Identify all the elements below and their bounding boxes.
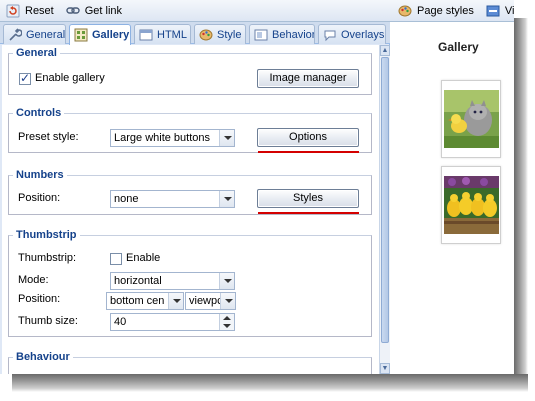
mode-select[interactable]: horizontal [110,272,235,290]
thumb-size-value: 40 [114,316,127,328]
view-button[interactable]: Vie [505,5,514,17]
thumbnail-image-ducklings [444,176,499,234]
preview-toolbar: Page styles Vie [390,0,514,22]
gallery-thumbnail[interactable] [441,80,501,158]
chevron-down-icon[interactable] [219,130,234,146]
thumbstrip-position-value: bottom cen [110,295,165,307]
thumbstrip-label: Thumbstrip: [18,252,77,264]
get-link-button[interactable]: Get link [66,4,122,18]
reset-button[interactable]: Reset [6,4,54,18]
gallery-icon [74,28,88,42]
page-styles-button[interactable]: Page styles [417,5,474,17]
palette-icon [199,28,213,42]
thumbstrip-enable-checkbox[interactable] [110,253,122,265]
numbers-position-value: none [114,193,139,205]
preset-style-label: Preset style: [18,131,79,143]
thumb-size-stepper[interactable]: 40 [110,313,235,331]
preset-style-select[interactable]: Large white buttons [110,129,235,147]
enable-gallery-checkbox[interactable] [19,71,31,85]
toolbar: Reset Get link [0,0,390,22]
mode-value: horizontal [114,275,162,287]
scroll-up-arrow-icon[interactable]: ▲ [380,45,390,56]
tab-strip: General Gallery HTML Style Behavior Over… [0,22,390,45]
styles-button[interactable]: Styles [257,189,359,208]
window-shadow-bottom [12,374,528,392]
chevron-down-icon[interactable] [220,293,235,309]
tab-gallery[interactable]: Gallery [69,24,131,45]
tab-gallery-label: Gallery [92,29,130,41]
image-manager-button[interactable]: Image manager [257,69,359,88]
gallery-title: Gallery [438,40,479,54]
preset-style-value: Large white buttons [114,132,211,144]
mode-label: Mode: [18,274,49,286]
page-styles-icon [398,4,412,18]
numbers-legend: Numbers [16,169,64,181]
behaviour-fieldset: Behaviour [8,351,372,374]
spinner-icon[interactable] [219,314,234,330]
tab-general[interactable]: General [3,24,66,44]
numbers-position-label: Position: [18,192,61,204]
speech-bubble-icon [323,28,337,42]
annotation-underline [258,212,359,214]
tab-style[interactable]: Style [194,24,246,44]
editor-window: Reset Get link General Gallery HTML Styl… [0,0,514,374]
tab-behavior-label: Behavior [272,28,315,41]
window-shadow-right [514,18,528,392]
behaviour-legend: Behaviour [16,351,70,363]
tab-overlays[interactable]: Overlays [318,24,386,44]
preview-panel: Page styles Vie Gallery [390,0,514,374]
thumbstrip-relative-value: viewpc [189,295,221,307]
chevron-down-icon[interactable] [219,191,234,207]
general-legend: General [16,47,57,59]
gallery-settings-form: General Enable gallery Image manager Con… [2,45,379,374]
scroll-down-arrow-icon[interactable]: ▼ [380,363,390,374]
gallery-thumbnail[interactable] [441,166,501,244]
thumb-size-label: Thumb size: [18,315,78,327]
enable-gallery-label: Enable gallery [35,72,105,84]
tab-general-label: General [26,28,66,41]
thumbnail-image-kitten-chick [444,90,499,148]
thumbstrip-enable-label: Enable [126,252,161,264]
wrench-icon [8,27,23,42]
get-link-label: Get link [84,4,123,17]
tab-overlays-label: Overlays [341,28,385,41]
view-icon [486,4,500,18]
reset-label: Reset [25,4,54,17]
thumbstrip-legend: Thumbstrip [16,229,77,241]
behavior-icon [254,28,268,42]
html-icon [139,28,153,42]
thumbstrip-relative-select[interactable]: viewpc [185,292,236,310]
tab-html[interactable]: HTML [134,24,191,44]
thumbstrip-position-select[interactable]: bottom cen [106,292,184,310]
thumbstrip-position-label: Position: [18,293,61,305]
chevron-down-icon[interactable] [168,293,183,309]
controls-legend: Controls [16,107,62,119]
tab-behavior[interactable]: Behavior [249,24,315,44]
numbers-position-select[interactable]: none [110,190,235,208]
tab-style-label: Style [217,28,242,41]
options-button[interactable]: Options [257,128,359,147]
chain-link-icon [66,4,80,18]
reset-icon [6,4,20,18]
chevron-down-icon[interactable] [219,273,234,289]
tab-html-label: HTML [157,28,187,41]
scrollbar-thumb[interactable] [381,57,389,343]
settings-panel: Reset Get link General Gallery HTML Styl… [0,0,390,374]
vertical-scrollbar[interactable]: ▲ ▼ [379,45,390,374]
annotation-underline [258,151,359,153]
